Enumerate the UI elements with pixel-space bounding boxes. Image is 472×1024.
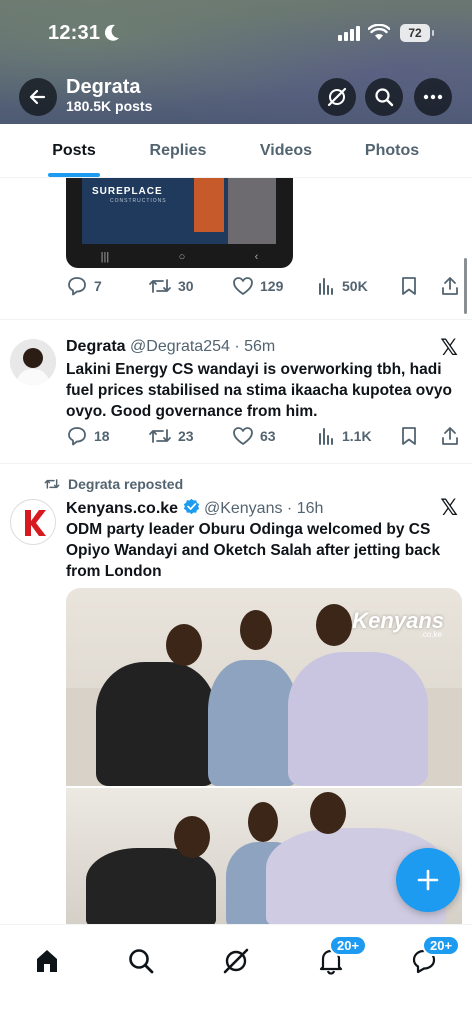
post-actions: 7 30 129 50K <box>66 276 460 300</box>
status-time: 12:31 <box>48 22 101 44</box>
reply-count: 18 <box>94 428 110 444</box>
like-button[interactable]: 129 <box>232 276 283 296</box>
grok-icon <box>327 87 347 107</box>
post-divider <box>0 319 472 320</box>
author-handle[interactable]: @Degrata254 · 56m <box>130 338 275 355</box>
more-button[interactable] <box>414 78 452 116</box>
nav-messages[interactable]: 20+ <box>404 935 461 981</box>
back-arrow-icon <box>29 89 46 105</box>
embed-brand-text: SUREPLACE <box>92 186 163 197</box>
reply-count: 7 <box>94 278 102 294</box>
reply-icon <box>68 427 86 446</box>
like-count: 129 <box>260 278 284 294</box>
repost-button[interactable]: 23 <box>148 426 194 446</box>
views-button[interactable]: 50K <box>316 276 368 296</box>
views-icon <box>319 278 333 295</box>
grok-icon <box>223 948 249 974</box>
post-photo[interactable]: Kenyans .co.ke <box>66 588 462 786</box>
author-name[interactable]: Degrata <box>66 338 126 355</box>
tab-videos[interactable]: Videos <box>240 124 332 178</box>
tab-posts[interactable]: Posts <box>28 124 120 178</box>
wifi-icon <box>367 23 391 47</box>
active-tab-indicator <box>48 173 100 177</box>
nav-home[interactable] <box>27 941 67 981</box>
profile-name: Degrata <box>66 76 141 98</box>
tweet-text[interactable]: Lakini Energy CS wandayi is overworking … <box>66 359 462 422</box>
embed-sub-text: CONSTRUCTIONS <box>110 198 167 204</box>
post-actions: 18 23 63 1.1K <box>66 426 460 450</box>
share-button[interactable] <box>440 276 460 296</box>
grok-button[interactable] <box>318 78 356 116</box>
profile-header: 12:31 72 Degrata 180.5K posts <box>0 0 472 124</box>
verified-icon <box>183 498 199 515</box>
bookmark-button[interactable] <box>400 426 418 446</box>
share-button[interactable] <box>440 426 460 446</box>
like-icon <box>233 427 253 445</box>
search-button[interactable] <box>365 78 403 116</box>
avatar[interactable] <box>10 339 56 385</box>
repost-count: 23 <box>178 428 194 444</box>
status-bar: 12:31 72 <box>0 22 472 48</box>
repost-count: 30 <box>178 278 194 294</box>
nav-search[interactable] <box>121 941 161 981</box>
repost-label: Degrata reposted <box>68 476 184 492</box>
like-count: 63 <box>260 428 276 444</box>
tab-photos[interactable]: Photos <box>346 124 438 178</box>
phone-nav-bar: ||| ○ ‹ <box>100 251 259 263</box>
author-name[interactable]: Kenyans.co.ke <box>66 500 178 517</box>
share-icon <box>442 427 458 445</box>
reply-icon <box>68 277 86 296</box>
profile-posts-count: 180.5K posts <box>66 98 153 114</box>
compose-button[interactable] <box>396 848 460 912</box>
tweet-header: Kenyans.co.ke @Kenyans · 16h <box>66 498 323 518</box>
search-icon <box>375 88 394 107</box>
nav-grok[interactable] <box>216 941 256 981</box>
compose-icon <box>417 869 439 891</box>
like-button[interactable]: 63 <box>232 426 276 446</box>
post-photo[interactable] <box>66 788 462 924</box>
bookmark-button[interactable] <box>400 276 418 296</box>
search-icon <box>129 949 154 974</box>
photo-watermark-sub: .co.ke <box>420 630 442 639</box>
notifications-badge: 20+ <box>329 935 368 956</box>
author-handle[interactable]: @Kenyans · 16h <box>204 500 323 517</box>
like-icon <box>233 277 253 295</box>
x-logo-icon: 𝕏 <box>440 496 458 521</box>
repost-button[interactable]: 30 <box>148 276 194 296</box>
bookmark-icon <box>402 277 416 295</box>
home-icon <box>37 950 57 972</box>
repost-icon <box>44 479 60 489</box>
profile-tabs: Posts Replies Videos Photos <box>0 124 472 178</box>
back-button[interactable] <box>19 78 57 116</box>
share-icon <box>442 277 458 295</box>
nav-notifications[interactable]: 20+ <box>311 935 368 981</box>
repost-icon <box>149 429 171 443</box>
more-icon <box>423 94 443 100</box>
bookmark-icon <box>402 427 416 445</box>
views-count: 1.1K <box>342 428 372 444</box>
tweet-header: Degrata @Degrata254 · 56m <box>66 338 275 356</box>
timeline-feed: SUREPLACE CONSTRUCTIONS ||| ○ ‹ 7 30 129 5… <box>0 178 472 924</box>
views-icon <box>319 428 333 445</box>
moon-icon <box>104 24 120 47</box>
scrollbar[interactable] <box>464 258 467 314</box>
reply-button[interactable]: 18 <box>66 426 110 446</box>
x-logo-icon: 𝕏 <box>440 336 458 361</box>
signal-icon <box>338 26 360 41</box>
repost-icon <box>149 279 171 293</box>
bottom-nav: 20+ 20+ <box>0 924 472 1024</box>
battery-icon: 72 <box>400 24 434 42</box>
repost-indicator[interactable]: Degrata reposted <box>44 476 183 492</box>
views-button[interactable]: 1.1K <box>316 426 372 446</box>
views-count: 50K <box>342 278 368 294</box>
tab-replies[interactable]: Replies <box>132 124 224 178</box>
avatar[interactable] <box>10 499 56 545</box>
messages-badge: 20+ <box>422 935 461 956</box>
reply-button[interactable]: 7 <box>66 276 102 296</box>
tweet-text[interactable]: ODM party leader Oburu Odinga welcomed b… <box>66 519 462 582</box>
post-divider <box>0 463 472 464</box>
post-media-image[interactable]: SUREPLACE CONSTRUCTIONS ||| ○ ‹ <box>66 178 293 268</box>
